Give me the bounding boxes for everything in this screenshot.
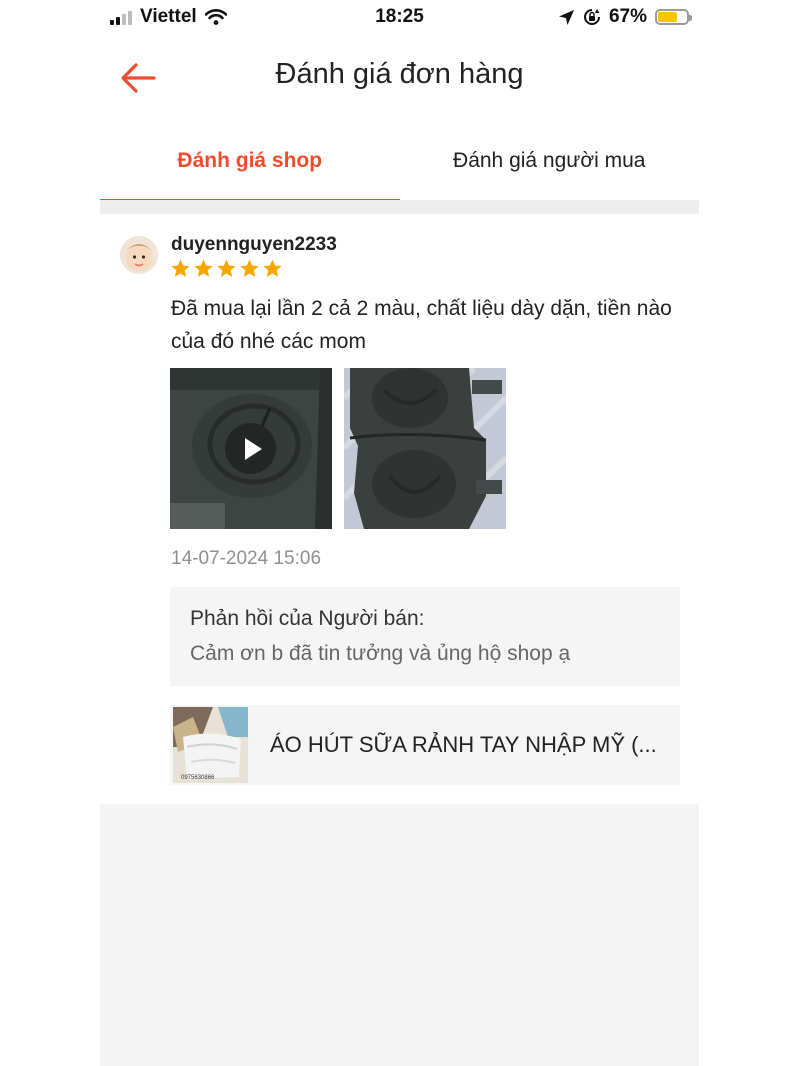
product-link[interactable]: 0975630866 ÁO HÚT SỮA RẢNH TAY NHẬP MỸ (…	[170, 705, 680, 785]
star-icon	[217, 259, 236, 277]
product-name: ÁO HÚT SỮA RẢNH TAY NHẬP MỸ (...	[270, 732, 657, 757]
review-video[interactable]	[170, 368, 332, 529]
product-thumbnail: 0975630866	[173, 707, 248, 783]
star-icon	[171, 259, 190, 277]
battery-fill	[658, 12, 677, 22]
seller-reply-title: Phản hồi của Người bán:	[190, 607, 425, 630]
product-thumbnail-caption: 0975630866	[181, 775, 215, 781]
tab-buyer-review[interactable]: Đánh giá người mua	[400, 128, 700, 202]
star-icon	[263, 259, 282, 277]
play-icon[interactable]	[225, 423, 276, 474]
orientation-lock-icon	[583, 9, 600, 25]
battery-percent: 67%	[608, 6, 647, 27]
empty-area	[100, 804, 699, 1066]
review-date: 14-07-2024 15:06	[171, 548, 322, 569]
avatar[interactable]	[120, 236, 158, 274]
star-rating	[170, 258, 283, 279]
star-icon	[194, 259, 213, 277]
section-divider	[100, 200, 699, 214]
review-tabs: Đánh giá shop Đánh giá người mua	[100, 128, 699, 202]
seller-reply: Phản hồi của Người bán: Cảm ơn b đã tin …	[170, 587, 680, 686]
tab-shop-review[interactable]: Đánh giá shop	[100, 128, 400, 202]
status-right: 67%	[558, 6, 692, 28]
location-icon	[558, 9, 574, 25]
seller-reply-text: Cảm ơn b đã tin tưởng và ủng hộ shop ạ	[190, 642, 571, 665]
star-icon	[240, 259, 259, 277]
reviewer-username: duyennguyen2233	[171, 234, 337, 255]
review-comment: Đã mua lại lần 2 cả 2 màu, chất liệu dày…	[171, 297, 672, 353]
image-thumbnail	[344, 368, 506, 529]
battery-icon	[655, 9, 692, 25]
status-bar: Viettel 18:25 67%	[0, 0, 799, 34]
page-title: Đánh giá đơn hàng	[275, 58, 524, 90]
app-header: Đánh giá đơn hàng	[100, 40, 699, 116]
review-image[interactable]	[344, 368, 506, 529]
